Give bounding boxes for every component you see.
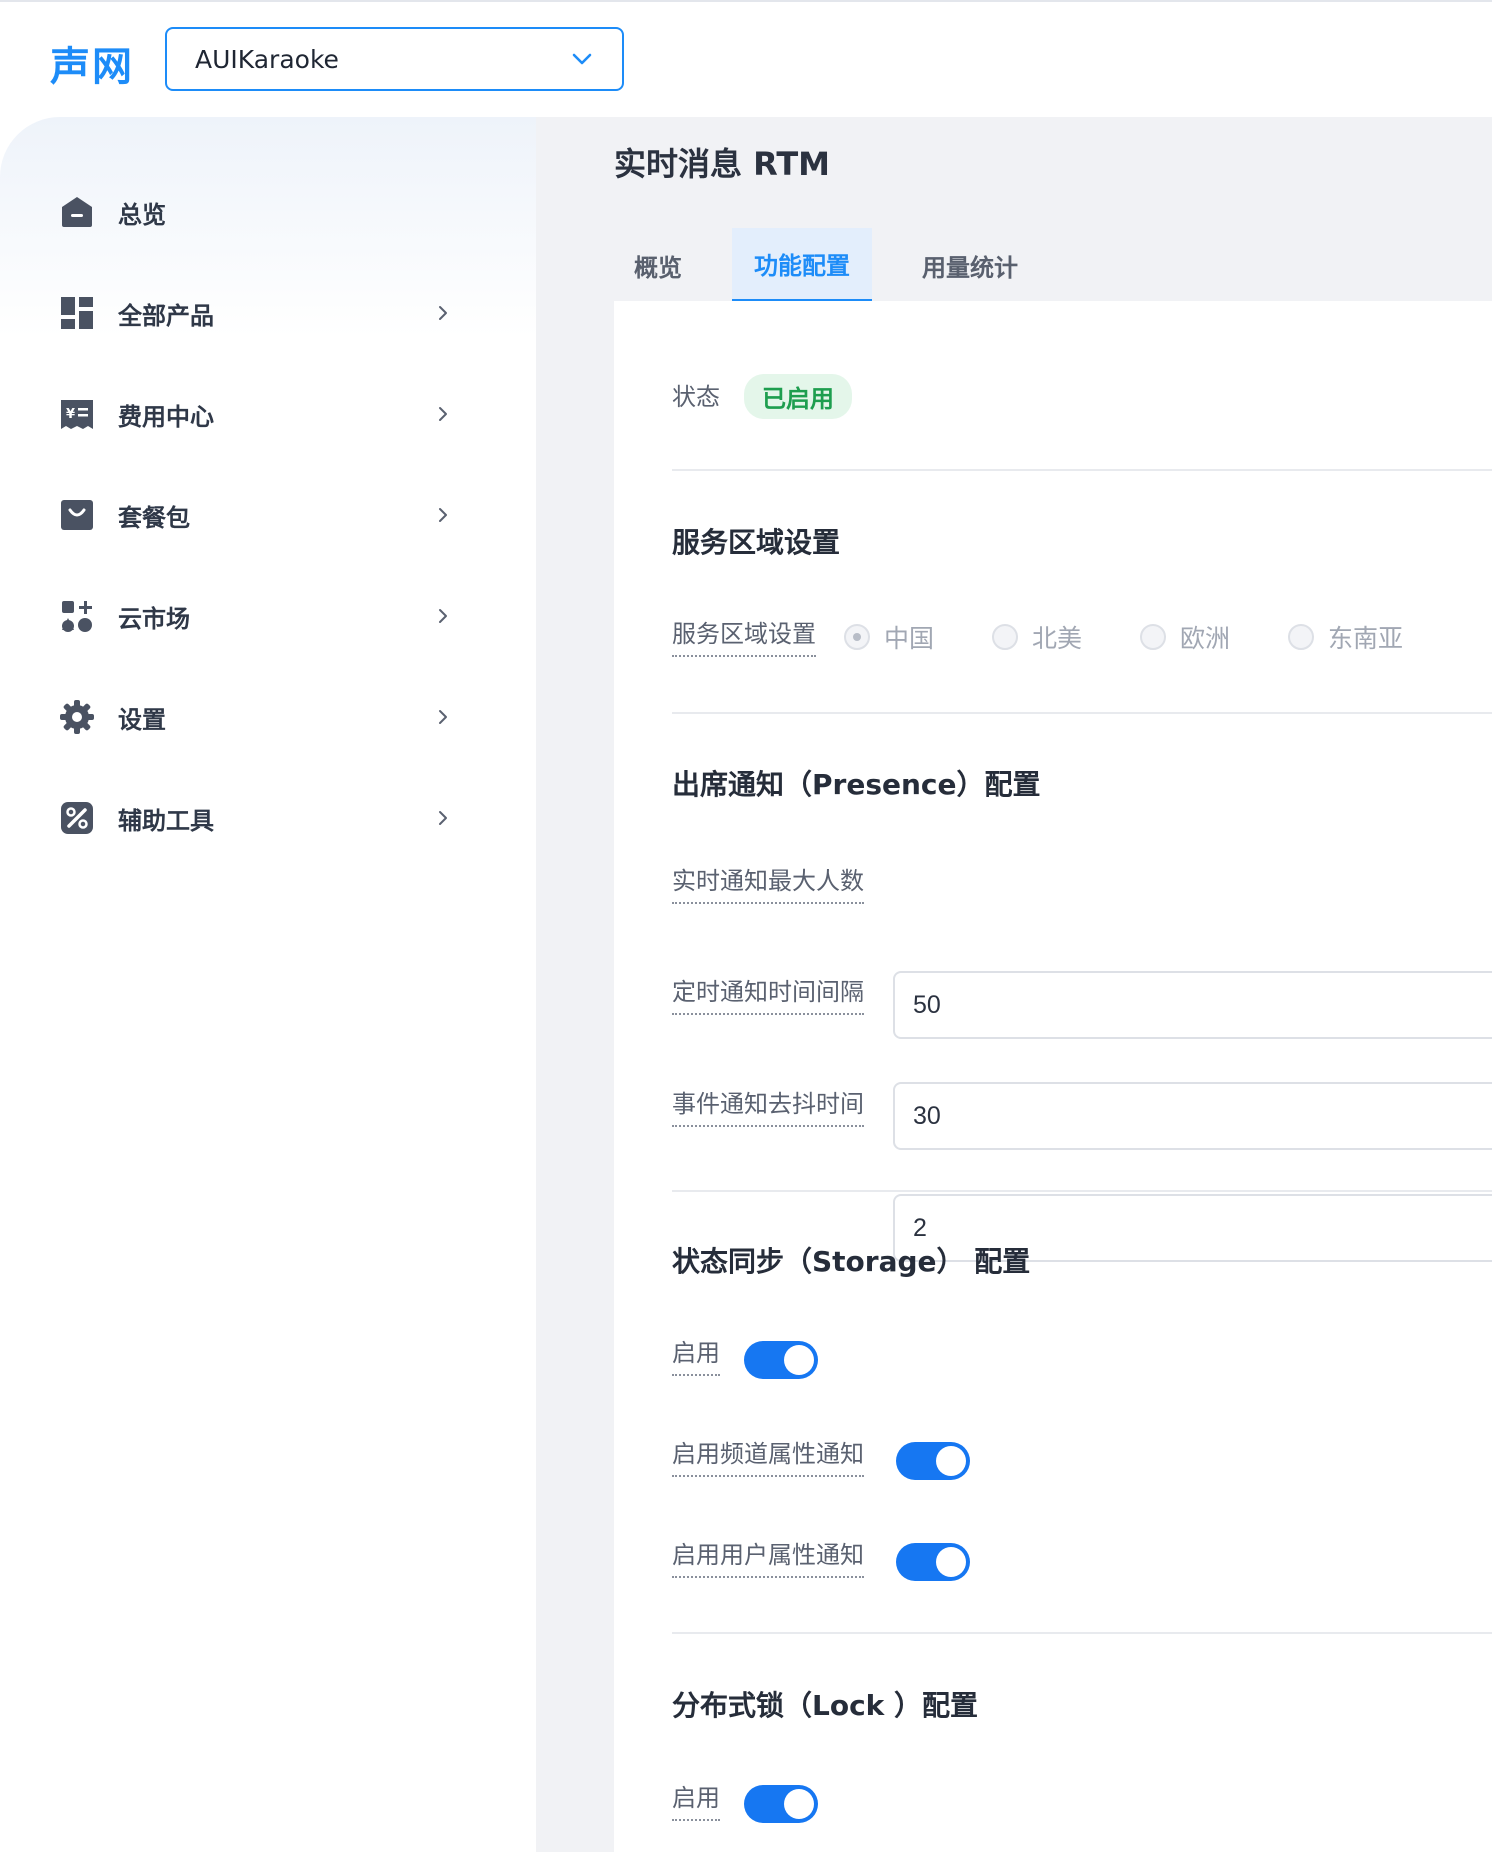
sidebar-item-label: 云市场 — [118, 604, 190, 633]
page-title: 实时消息 RTM — [614, 145, 831, 183]
sidebar-item-all-products[interactable]: 全部产品 — [58, 283, 458, 343]
sidebar-item-label: 辅助工具 — [118, 806, 214, 835]
radio-circle — [992, 624, 1018, 650]
chevron-down-icon — [572, 53, 592, 65]
brand-logo[interactable]: 声网 — [50, 34, 134, 92]
config-card: 状态 已启用 服务区域设置 服务区域设置 中国 北美 欧洲 东南亚 出席通知（P… — [614, 301, 1492, 1852]
region-field-label: 服务区域设置 — [672, 614, 816, 657]
sidebar-item-label: 设置 — [118, 705, 166, 734]
divider — [672, 469, 1492, 471]
radio-label: 东南亚 — [1328, 624, 1404, 653]
tab-usage-stats[interactable]: 用量统计 — [900, 228, 1040, 302]
storage-user-notify-label: 启用用户属性通知 — [672, 1535, 864, 1578]
sidebar-item-label: 全部产品 — [118, 301, 214, 330]
radio-dot — [853, 633, 861, 641]
lock-enable-label: 启用 — [672, 1778, 720, 1821]
sidebar-item-tools[interactable]: 辅助工具 — [58, 788, 458, 848]
sidebar-item-overview[interactable]: 总览 — [58, 182, 458, 242]
sidebar-item-label: 套餐包 — [118, 503, 190, 532]
radio-circle — [844, 624, 870, 650]
status-badge: 已启用 — [744, 374, 852, 419]
status-label: 状态 — [672, 383, 720, 411]
gear-icon — [58, 698, 96, 736]
region-radio-southeast-asia[interactable]: 东南亚 — [1288, 619, 1403, 655]
marketplace-icon — [58, 597, 96, 635]
divider — [672, 712, 1492, 714]
sidebar-item-package[interactable]: 套餐包 — [58, 485, 458, 545]
toggle-knob — [936, 1446, 966, 1476]
storage-section-title: 状态同步（Storage） 配置 — [672, 1245, 1031, 1278]
sidebar: 总览 全部产品 ¥ 费用中心 套餐包 云市场 设置 辅助工具 — [0, 117, 536, 1852]
svg-text:¥: ¥ — [66, 407, 75, 422]
chevron-right-icon — [439, 710, 447, 724]
radio-label: 欧洲 — [1180, 624, 1231, 653]
chevron-right-icon — [439, 407, 447, 421]
radio-label: 中国 — [884, 624, 935, 653]
main-content: 实时消息 RTM 概览 功能配置 用量统计 状态 已启用 服务区域设置 服务区域… — [536, 117, 1492, 1852]
divider — [672, 1190, 1492, 1192]
package-icon — [58, 496, 96, 534]
top-border — [0, 0, 1492, 2]
sidebar-item-marketplace[interactable]: 云市场 — [58, 586, 458, 646]
project-select-value: AUIKaraoke — [195, 44, 339, 74]
storage-channel-notify-toggle[interactable] — [896, 1442, 970, 1480]
chevron-right-icon — [439, 811, 447, 825]
sidebar-item-settings[interactable]: 设置 — [58, 687, 458, 747]
radio-label: 北美 — [1032, 624, 1083, 653]
home-icon — [58, 193, 96, 231]
sidebar-item-label: 费用中心 — [118, 402, 214, 431]
presence-max-users-label: 实时通知最大人数 — [672, 861, 864, 904]
region-radio-china[interactable]: 中国 — [844, 619, 934, 655]
radio-circle — [1288, 624, 1314, 650]
tab-feature-config[interactable]: 功能配置 — [732, 228, 872, 302]
project-select[interactable]: AUIKaraoke — [165, 27, 624, 91]
presence-section-title: 出席通知（Presence）配置 — [672, 768, 1041, 801]
tools-icon — [58, 799, 96, 837]
toggle-knob — [936, 1547, 966, 1577]
storage-user-notify-toggle[interactable] — [896, 1543, 970, 1581]
region-radio-europe[interactable]: 欧洲 — [1140, 619, 1230, 655]
region-section-title: 服务区域设置 — [672, 526, 841, 559]
divider — [672, 1632, 1492, 1634]
presence-debounce-label: 事件通知去抖时间 — [672, 1084, 864, 1127]
presence-interval-label: 定时通知时间间隔 — [672, 972, 864, 1015]
presence-interval-input[interactable] — [893, 1082, 1492, 1150]
tab-overview[interactable]: 概览 — [614, 228, 704, 302]
toggle-knob — [784, 1789, 814, 1819]
lock-enable-toggle[interactable] — [744, 1785, 818, 1823]
sidebar-item-label: 总览 — [118, 200, 166, 229]
presence-max-users-input[interactable] — [893, 971, 1492, 1039]
storage-channel-notify-label: 启用频道属性通知 — [672, 1434, 864, 1477]
radio-circle — [1140, 624, 1166, 650]
billing-icon: ¥ — [58, 395, 96, 433]
region-radio-north-america[interactable]: 北美 — [992, 619, 1082, 655]
tab-bar: 概览 功能配置 用量统计 — [614, 228, 1068, 302]
toggle-knob — [784, 1345, 814, 1375]
chevron-right-icon — [439, 609, 447, 623]
grid-icon — [58, 294, 96, 332]
chevron-right-icon — [439, 306, 447, 320]
storage-enable-label: 启用 — [672, 1333, 720, 1376]
lock-section-title: 分布式锁（Lock ）配置 — [672, 1689, 979, 1722]
chevron-right-icon — [439, 508, 447, 522]
sidebar-item-billing[interactable]: ¥ 费用中心 — [58, 384, 458, 444]
storage-enable-toggle[interactable] — [744, 1341, 818, 1379]
